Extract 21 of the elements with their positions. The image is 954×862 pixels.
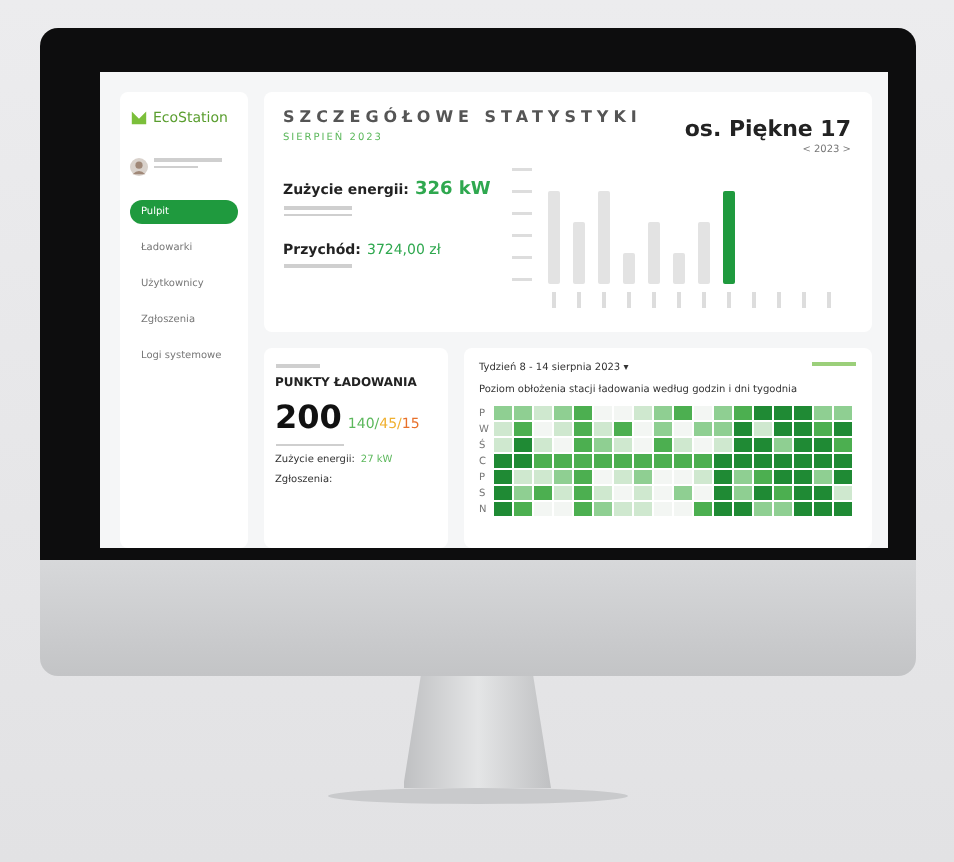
chart-bar	[572, 222, 584, 284]
user-info-lines	[153, 158, 221, 168]
leaf-logo-icon	[129, 108, 147, 126]
chart-bar	[597, 191, 609, 284]
total-count: 200	[275, 397, 342, 435]
chart-bar	[672, 253, 684, 284]
location-title: os. Piękne 17	[684, 116, 851, 142]
chart-bar	[722, 191, 734, 284]
energy-detail-lines	[283, 206, 351, 216]
chart-bar	[547, 191, 559, 284]
statistics-title: SZCZEGÓŁOWE STATYSTYKI	[283, 108, 642, 126]
status-legend-line	[275, 443, 343, 446]
avatar-icon	[129, 158, 147, 176]
chart-bar	[647, 222, 659, 284]
energy-value: 326 kW	[414, 180, 491, 200]
chart-bar	[697, 222, 709, 284]
card-header-line	[275, 364, 319, 367]
revenue-detail-line	[283, 264, 351, 267]
chart-bar	[622, 253, 634, 284]
status-line	[811, 362, 855, 365]
y-axis-labels	[511, 168, 531, 281]
